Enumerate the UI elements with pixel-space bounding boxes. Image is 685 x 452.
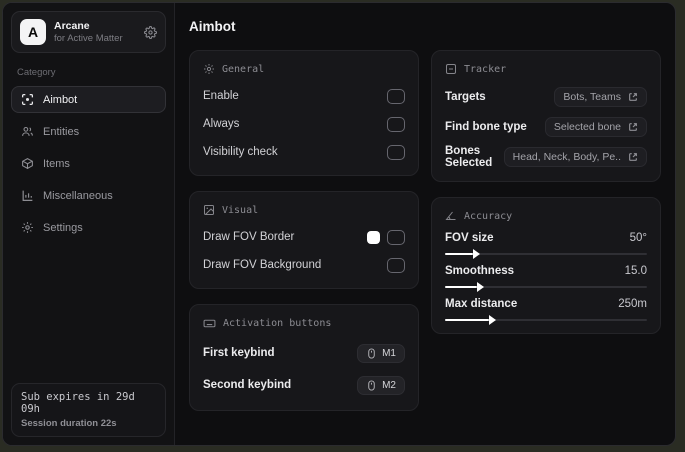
- dropdown-value: Bots, Teams: [563, 91, 621, 103]
- slider-thumb[interactable]: [489, 315, 497, 325]
- sidebar-item-settings[interactable]: Settings: [11, 214, 166, 241]
- setting-row-visibility-check: Visibility check: [203, 141, 405, 163]
- sidebar-item-miscellaneous[interactable]: Miscellaneous: [11, 182, 166, 209]
- general-card: General Enable Always Visibility check: [189, 50, 419, 176]
- setting-row-fov-border: Draw FOV Border: [203, 226, 405, 248]
- sidebar-item-items[interactable]: Items: [11, 150, 166, 177]
- app-window: A Arcane for Active Matter Category Aimb…: [2, 2, 676, 446]
- setting-row-fov-background: Draw FOV Background: [203, 254, 405, 276]
- enable-checkbox[interactable]: [387, 88, 405, 104]
- setting-label: Draw FOV Border: [203, 231, 295, 243]
- smoothness-slider[interactable]: [445, 282, 647, 292]
- card-title: General: [222, 63, 265, 75]
- activation-card: Activation buttons First keybind M1 Seco…: [189, 304, 419, 411]
- gear-icon: [21, 221, 34, 234]
- max-distance-slider[interactable]: [445, 315, 647, 325]
- keybind-value: M1: [382, 347, 396, 359]
- card-title: Visual: [222, 204, 259, 216]
- slider-thumb[interactable]: [477, 282, 485, 292]
- dropdown-value: Selected bone: [553, 121, 621, 133]
- sidebar-item-label: Aimbot: [43, 93, 78, 106]
- tracker-row-bone-type: Find bone type Selected bone: [445, 115, 647, 139]
- fov-border-color-swatch[interactable]: [367, 230, 380, 244]
- settings-gear-icon[interactable]: [144, 25, 157, 39]
- sidebar: A Arcane for Active Matter Category Aimb…: [3, 3, 175, 445]
- page-title: Aimbot: [189, 19, 236, 34]
- slider-thumb[interactable]: [473, 249, 481, 259]
- second-keybind-button[interactable]: M2: [357, 375, 405, 395]
- slider-smoothness: Smoothness 15.0: [445, 265, 647, 292]
- brand-name: Arcane: [54, 20, 90, 32]
- expand-icon: [628, 92, 638, 102]
- slider-label: Max distance: [445, 298, 518, 310]
- category-label: Category: [17, 67, 56, 78]
- people-icon: [21, 125, 34, 138]
- tracker-label: Find bone type: [445, 121, 527, 133]
- keybind-value: M2: [382, 379, 396, 391]
- gear-small-icon: [203, 63, 215, 75]
- tracker-row-targets: Targets Bots, Teams: [445, 85, 647, 109]
- first-keybind-button[interactable]: M1: [357, 343, 405, 363]
- cube-icon: [21, 157, 34, 170]
- sidebar-item-label: Items: [43, 157, 70, 170]
- keybind-row-second: Second keybind M2: [203, 372, 405, 398]
- setting-row-always: Always: [203, 113, 405, 135]
- setting-label: Visibility check: [203, 146, 278, 158]
- slider-label: Smoothness: [445, 265, 515, 277]
- chart-axis-icon: [21, 189, 34, 202]
- targets-dropdown[interactable]: Bots, Teams: [554, 87, 647, 107]
- fov-size-slider[interactable]: [445, 249, 647, 259]
- fov-background-checkbox[interactable]: [387, 257, 405, 273]
- slider-max-distance: Max distance 250m: [445, 298, 647, 325]
- slider-value: 50°: [629, 232, 647, 244]
- expand-icon: [628, 122, 638, 132]
- tracker-label: Targets: [445, 91, 486, 103]
- angle-icon: [445, 210, 457, 222]
- sidebar-item-aimbot[interactable]: Aimbot: [11, 86, 166, 113]
- sidebar-item-label: Miscellaneous: [43, 189, 113, 202]
- bones-selected-dropdown[interactable]: Head, Neck, Body, Pe..: [503, 147, 647, 167]
- scan-target-icon: [445, 63, 457, 75]
- setting-label: Always: [203, 118, 240, 130]
- sidebar-item-entities[interactable]: Entities: [11, 118, 166, 145]
- main-content: Aimbot General Enable Always Visibility …: [175, 3, 675, 445]
- tracker-label: Bones Selected: [445, 145, 493, 169]
- setting-row-enable: Enable: [203, 85, 405, 107]
- mouse-icon: [366, 379, 377, 391]
- keyboard-icon: [203, 317, 216, 330]
- slider-label: FOV size: [445, 232, 494, 244]
- slider-value: 15.0: [624, 265, 647, 277]
- fov-border-checkbox[interactable]: [387, 229, 405, 245]
- sidebar-item-label: Settings: [43, 221, 83, 234]
- setting-label: Enable: [203, 90, 239, 102]
- brand-card: A Arcane for Active Matter: [11, 11, 166, 53]
- card-title: Tracker: [464, 63, 507, 75]
- dropdown-value: Head, Neck, Body, Pe..: [512, 151, 621, 163]
- brand-subtitle: for Active Matter: [54, 33, 123, 44]
- keybind-label: First keybind: [203, 347, 275, 359]
- card-title: Activation buttons: [223, 318, 332, 329]
- visibility-check-checkbox[interactable]: [387, 144, 405, 160]
- card-title: Accuracy: [464, 210, 513, 222]
- keybind-row-first: First keybind M1: [203, 340, 405, 366]
- slider-value: 250m: [618, 298, 647, 310]
- accuracy-card: Accuracy FOV size 50° Smoothness 15.0 Ma…: [431, 197, 661, 334]
- mouse-icon: [366, 347, 377, 359]
- setting-label: Draw FOV Background: [203, 259, 322, 271]
- keybind-label: Second keybind: [203, 379, 292, 391]
- sidebar-item-label: Entities: [43, 125, 80, 138]
- slider-fov-size: FOV size 50°: [445, 232, 647, 259]
- bone-type-dropdown[interactable]: Selected bone: [544, 117, 647, 137]
- session-duration-text: Session duration 22s: [21, 418, 117, 429]
- subscription-card: Sub expires in 29d 09h Session duration …: [11, 383, 166, 437]
- always-checkbox[interactable]: [387, 116, 405, 132]
- expand-icon: [628, 152, 638, 162]
- crosshair-scan-icon: [21, 93, 34, 106]
- tracker-card: Tracker Targets Bots, Teams Find bone ty…: [431, 50, 661, 182]
- sub-expiry-text: Sub expires in 29d 09h: [21, 391, 135, 415]
- tracker-row-bones-selected: Bones Selected Head, Neck, Body, Pe..: [445, 145, 647, 169]
- visual-card: Visual Draw FOV Border Draw FOV Backgrou…: [189, 191, 419, 289]
- image-icon: [203, 204, 215, 216]
- brand-logo: A: [20, 19, 46, 45]
